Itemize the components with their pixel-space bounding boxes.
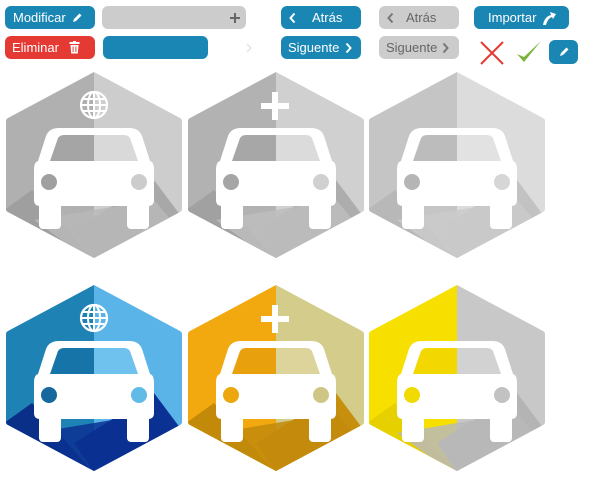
- vehicle-tile-yellow-plain[interactable]: [367, 283, 547, 473]
- vehicle-tile-grey-plain[interactable]: [367, 70, 547, 260]
- vehicle-tile-grey-globe[interactable]: [4, 70, 184, 260]
- chevron-right-icon: [246, 40, 253, 58]
- next-button-disabled[interactable]: Siguente: [379, 36, 459, 59]
- close-icon[interactable]: [479, 40, 505, 71]
- vehicle-tile-blue-globe[interactable]: [4, 283, 184, 473]
- edit-button[interactable]: [549, 40, 578, 64]
- back-button-disabled[interactable]: Atrás: [379, 6, 459, 29]
- vehicle-tile-grey-plus[interactable]: [186, 70, 366, 260]
- chevron-right-icon: [344, 42, 353, 54]
- delete-button[interactable]: Eliminar: [5, 36, 95, 59]
- globe-icon: [79, 303, 109, 333]
- import-arrow-icon: [541, 10, 557, 26]
- next-button[interactable]: Siguente: [281, 36, 361, 59]
- progress-bar: [103, 36, 208, 59]
- chevron-right-icon: [441, 42, 450, 54]
- vehicle-tile-orange-plus[interactable]: [186, 283, 366, 473]
- trash-icon: [69, 41, 80, 54]
- globe-icon: [79, 90, 109, 120]
- import-button-label: Importar: [488, 10, 537, 25]
- modify-button[interactable]: Modificar: [5, 6, 95, 29]
- back-button-disabled-label: Atrás: [406, 10, 437, 25]
- plus-input-bar[interactable]: [102, 6, 246, 29]
- pencil-icon: [71, 12, 83, 24]
- back-button[interactable]: Atrás: [281, 6, 361, 29]
- delete-button-label: Eliminar: [12, 40, 59, 55]
- chevron-left-icon: [386, 12, 395, 24]
- next-button-label: Siguente: [288, 40, 340, 55]
- pencil-icon: [558, 46, 570, 58]
- chevron-left-icon: [288, 12, 297, 24]
- next-button-disabled-label: Siguente: [386, 40, 438, 55]
- back-button-label: Atrás: [312, 10, 343, 25]
- import-button[interactable]: Importar: [474, 6, 569, 29]
- modify-button-label: Modificar: [13, 10, 66, 25]
- check-icon[interactable]: [515, 39, 543, 70]
- plus-icon[interactable]: [229, 12, 241, 24]
